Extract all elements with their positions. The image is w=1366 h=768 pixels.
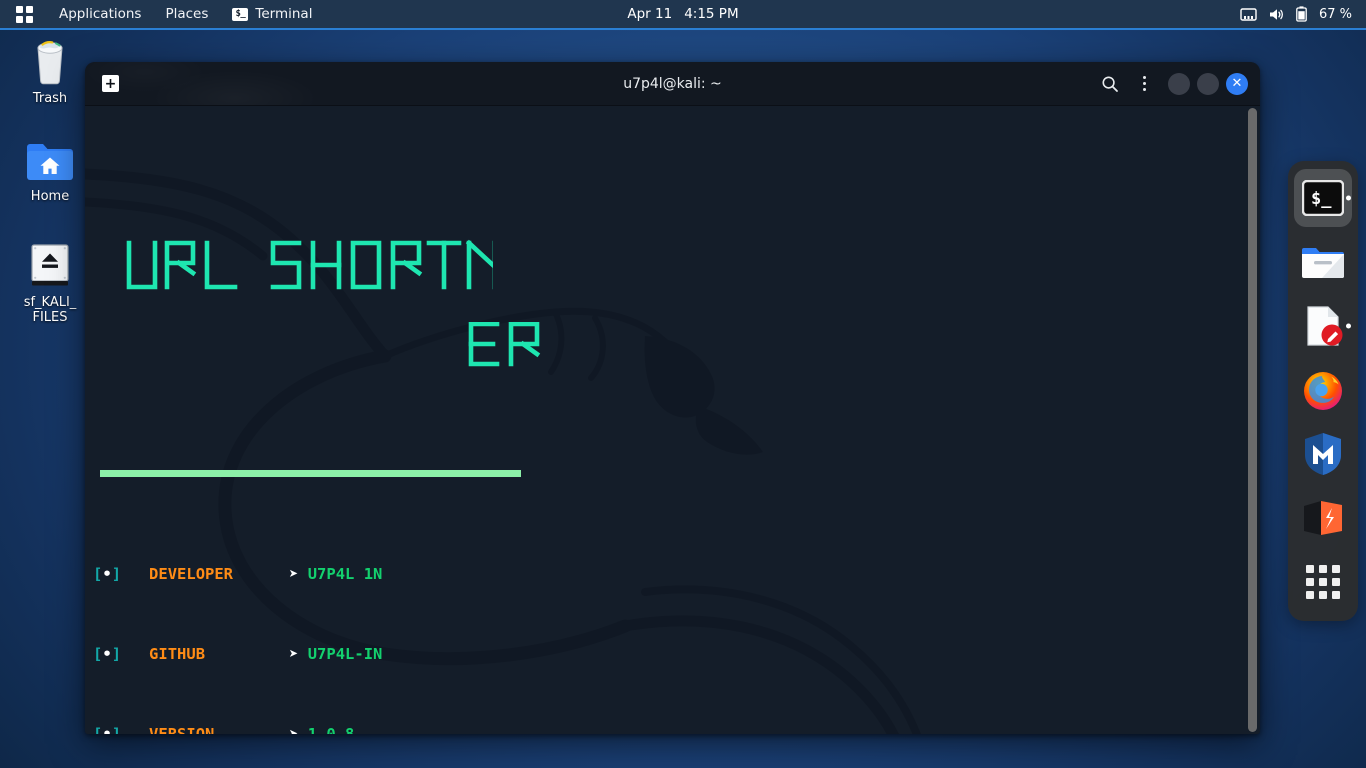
info-value-github: U7P4L-IN <box>307 645 383 663</box>
arrow-glyph: ➤ <box>289 645 299 663</box>
home-folder-icon <box>27 144 73 180</box>
info-label-github: GITHUB <box>149 645 206 663</box>
files-icon <box>1302 248 1344 278</box>
system-tray: 67 % <box>1240 0 1366 29</box>
panel-date: Apr 11 <box>627 6 673 22</box>
desktop-icon-trash[interactable]: Trash <box>2 34 98 106</box>
dock-item-firefox[interactable] <box>1294 361 1352 419</box>
metasploit-icon <box>1305 433 1341 475</box>
arrow-glyph: ➤ <box>289 565 299 583</box>
terminal-scrollbar-thumb[interactable] <box>1248 108 1257 732</box>
search-icon[interactable] <box>1093 67 1127 101</box>
ascii-banner-art <box>126 239 493 290</box>
taskbar-item-terminal[interactable]: $_ Terminal <box>220 0 324 29</box>
terminal-output: [•] DEVELOPER ➤ U7P4L 1N [•] GITHUB ➤ U7… <box>85 106 1260 734</box>
info-row-version: [•] VERSION ➤ 1.0.8 <box>93 724 1260 734</box>
battery-icon[interactable] <box>1296 6 1307 22</box>
info-value-developer: U7P4L 1N <box>307 565 383 583</box>
minimize-icon[interactable] <box>1168 72 1190 95</box>
close-glyph: ✕ <box>1231 76 1243 91</box>
panel-time: 4:15 PM <box>684 6 739 22</box>
window-title-actions: ✕ <box>1093 67 1260 101</box>
taskbar-item-terminal-label: Terminal <box>255 6 313 22</box>
dock-running-indicator <box>1346 323 1351 329</box>
firefox-icon <box>1304 372 1342 410</box>
dock-item-files[interactable] <box>1294 233 1352 291</box>
terminal-window[interactable]: + u7p4l@kali: ~ ✕ [•] DEVELOPER ➤ U7P4L … <box>85 62 1260 734</box>
dock-running-indicator <box>1346 195 1351 201</box>
terminal-scrollbar[interactable] <box>1246 108 1258 732</box>
dock-item-show-applications[interactable] <box>1294 553 1352 611</box>
arrow-glyph: ➤ <box>289 725 299 734</box>
info-value-version: 1.0.8 <box>307 725 355 734</box>
text-editor-icon <box>1307 306 1343 346</box>
terminal-icon: $_ <box>1302 180 1344 216</box>
top-panel: Applications Places $_ Terminal Apr 11 4:… <box>0 0 1366 30</box>
places-menu-label: Places <box>165 6 209 22</box>
ascii-banner-art-2 <box>468 322 541 367</box>
svg-text:$_: $_ <box>1311 189 1332 209</box>
desktop-icon-home[interactable]: Home <box>2 138 98 204</box>
panel-left-group: Applications Places $_ Terminal <box>0 0 324 29</box>
bullet-glyph: • <box>102 565 112 583</box>
ascii-banner <box>123 206 1260 401</box>
dock-item-burpsuite[interactable] <box>1294 489 1352 547</box>
removable-drive-icon <box>31 244 69 286</box>
places-menu[interactable]: Places <box>153 0 220 29</box>
window-title-bar[interactable]: + u7p4l@kali: ~ ✕ <box>85 62 1260 106</box>
window-title: u7p4l@kali: ~ <box>623 75 722 92</box>
overflow-menu-icon[interactable] <box>1127 67 1161 101</box>
applications-menu-label: Applications <box>59 6 142 22</box>
burpsuite-icon <box>1304 501 1342 535</box>
bullet-glyph: • <box>102 725 112 734</box>
separator-top <box>100 470 521 477</box>
bullet-glyph: • <box>102 645 112 663</box>
info-row-developer: [•] DEVELOPER ➤ U7P4L 1N <box>93 565 383 583</box>
apps-grid-icon <box>1306 565 1340 599</box>
info-label-developer: DEVELOPER <box>149 565 234 583</box>
close-icon[interactable]: ✕ <box>1226 72 1248 95</box>
desktop-icon-trash-label: Trash <box>32 91 68 106</box>
terminal-body[interactable]: [•] DEVELOPER ➤ U7P4L 1N [•] GITHUB ➤ U7… <box>85 106 1260 734</box>
desktop-icon-home-label: Home <box>30 189 70 204</box>
new-tab-glyph: + <box>104 75 117 92</box>
apps-grid-icon[interactable] <box>16 5 33 23</box>
maximize-icon[interactable] <box>1197 72 1219 95</box>
trash-icon <box>37 41 63 85</box>
application-dock: $_ <box>1288 161 1358 621</box>
dock-item-metasploit[interactable] <box>1294 425 1352 483</box>
applications-menu[interactable]: Applications <box>47 0 153 29</box>
dock-item-terminal[interactable]: $_ <box>1294 169 1352 227</box>
volume-icon[interactable] <box>1268 7 1285 22</box>
terminal-icon: $_ <box>232 7 249 21</box>
info-label-version: VERSION <box>149 725 215 734</box>
info-row-github: [•] GITHUB ➤ U7P4L-IN <box>93 645 383 663</box>
dock-item-text-editor[interactable] <box>1294 297 1352 355</box>
desktop-icon-drive-label-1: sf_KALI_ <box>23 295 77 310</box>
battery-percentage: 67 % <box>1318 6 1352 22</box>
new-tab-icon[interactable]: + <box>102 75 119 92</box>
network-ethernet-icon[interactable] <box>1240 7 1257 22</box>
desktop-icon-drive[interactable]: sf_KALI_ FILES <box>2 240 98 325</box>
desktop-icon-drive-label-2: FILES <box>32 310 68 325</box>
